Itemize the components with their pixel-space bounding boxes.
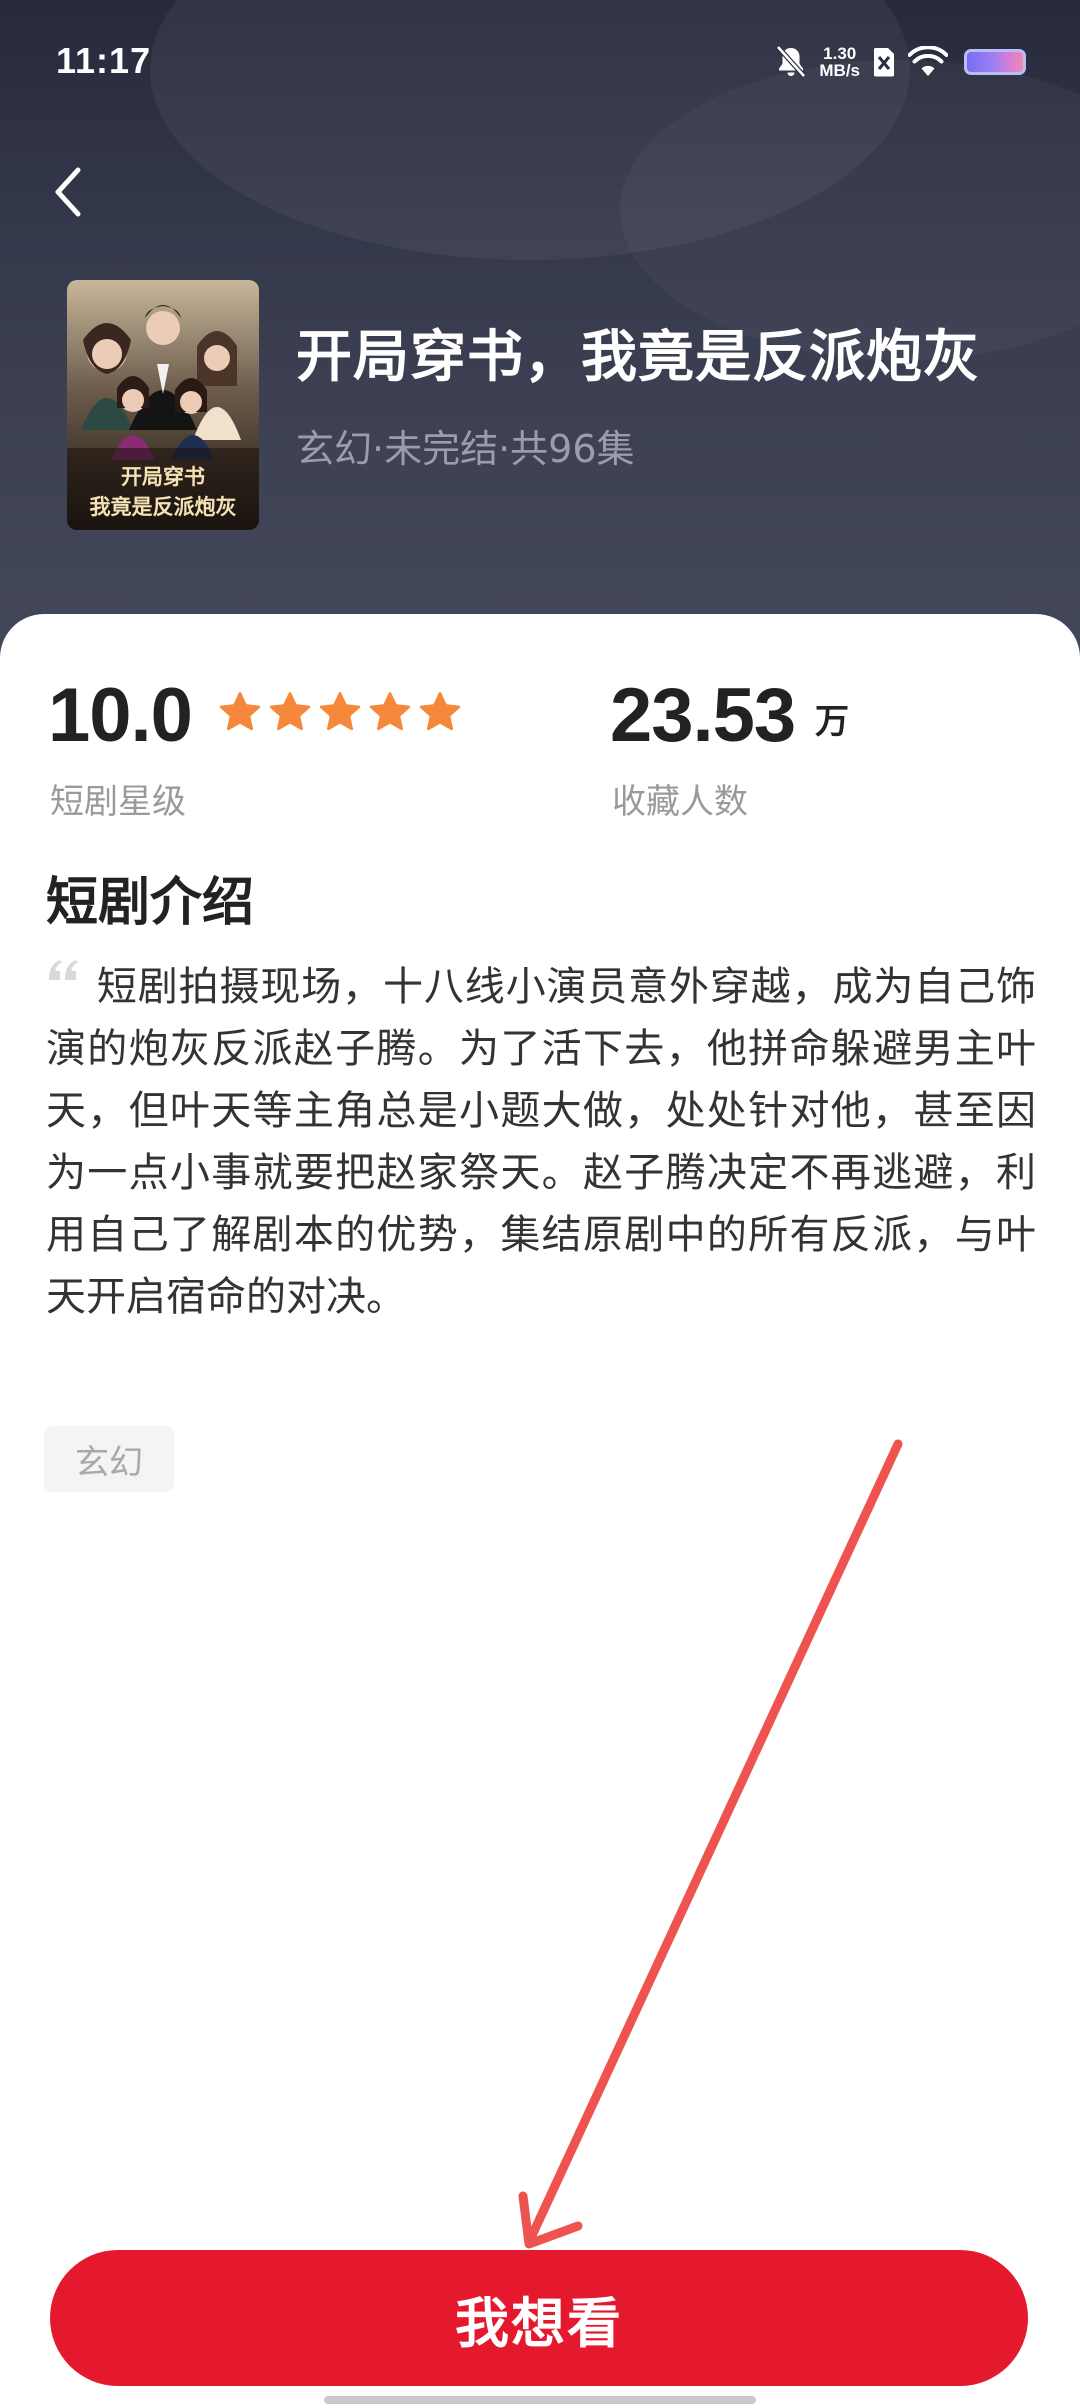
intro-section-title: 短剧介绍 [46,873,255,933]
quote-icon [49,960,78,980]
favorites-value: 23.53 [610,673,796,758]
intro-text-block: 短剧拍摄现场，十八线小演员意外穿越，成为自己饰演的炮灰反派赵子腾。为了活下去，他… [46,956,1036,1328]
drama-poster: 开局穿书 我竟是反派炮灰 [67,280,259,530]
sim-disabled-icon [873,48,894,77]
intro-text: 短剧拍摄现场，十八线小演员意外穿越，成为自己饰演的炮灰反派赵子腾。为了活下去，他… [46,964,1036,1320]
star-icon [369,692,411,731]
poster-title-line1: 开局穿书 [121,464,205,489]
star-icon [269,692,311,731]
network-speed: 1.30 MB/s [819,45,860,79]
poster-title-line2: 我竟是反派炮灰 [90,494,237,519]
genre-tag[interactable]: 玄幻 [44,1426,174,1492]
poster-image: 开局穿书 我竟是反派炮灰 [67,280,259,530]
chevron-left-icon [55,167,81,217]
status-bar: 11:17 1.30 MB/s [0,0,1080,126]
wifi-icon [908,46,948,76]
favorites-label: 收藏人数 [612,782,748,822]
drama-meta: 玄幻·未完结·共96集 [296,427,635,471]
bell-muted-icon [776,45,807,78]
home-indicator[interactable] [324,2396,756,2404]
rating-stars [218,690,462,734]
rating-label: 短剧星级 [50,782,186,822]
star-icon [319,692,361,731]
want-to-watch-button[interactable]: 我想看 [50,2250,1028,2386]
rating-value: 10.0 [48,673,193,758]
drama-detail-screen: 11:17 1.30 MB/s 开局穿书 我竟是反派炮灰 开局穿书，我竟是反派炮… [0,0,1080,2408]
detail-card: 10.0 短剧星级 23.53 万 收藏人数 短剧介绍 短剧拍摄现场，十八线小演… [0,614,1080,2408]
drama-title: 开局穿书，我竟是反派炮灰 [296,325,980,390]
battery-icon [964,49,1026,75]
status-time: 11:17 [56,40,152,81]
favorites-unit: 万 [815,702,849,742]
star-icon [219,692,261,731]
status-icons: 1.30 MB/s [775,42,1026,82]
network-speed-value: 1.30 [823,44,857,63]
back-button[interactable] [40,158,96,226]
star-icon [419,692,461,731]
network-speed-unit: MB/s [819,61,860,80]
